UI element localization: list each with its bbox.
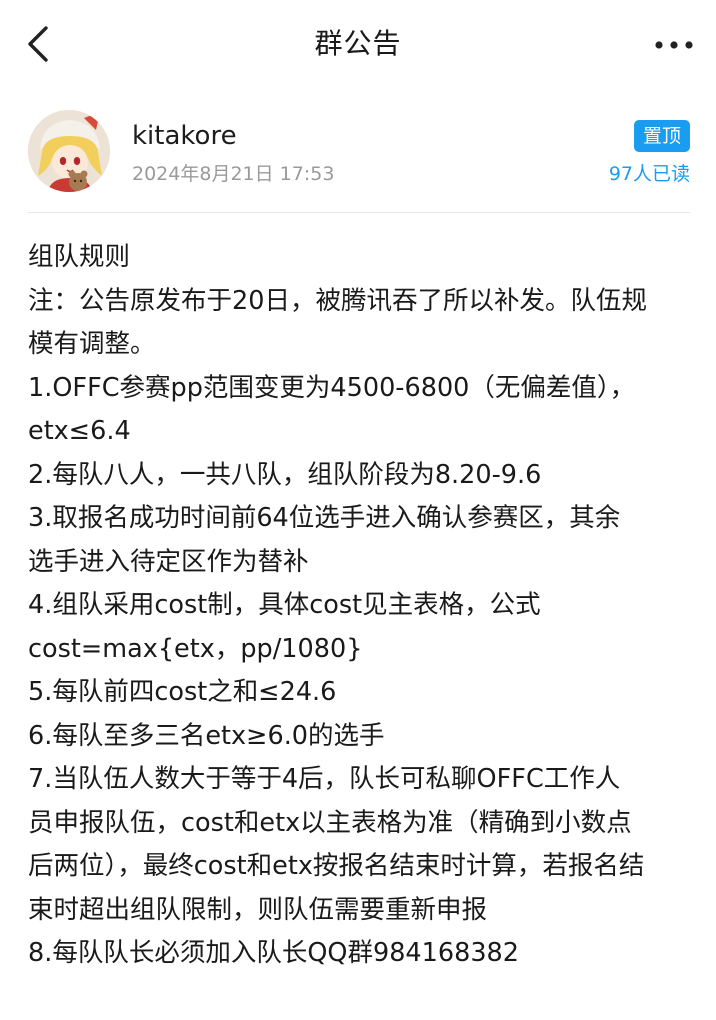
announcement-line: 后两位），最终cost和etx按报名结束时计算，若报名结: [28, 851, 645, 881]
avatar-illustration: [28, 110, 110, 192]
announcement-line: 注：公告原发布于20日，被腾讯吞了所以补发。队伍规: [28, 285, 647, 316]
announcement-line: 1.OFFC参赛pp范围变更为4500-6800（无偏差值），: [28, 372, 636, 403]
author-name[interactable]: kitakore: [132, 120, 237, 152]
announcement-body: 组队规则 注：公告原发布于20日，被腾讯吞了所以补发。队伍规 模有调整。 1.O…: [28, 236, 698, 976]
announcement-line: 4.组队采用cost制，具体cost见主表格，公式: [28, 590, 541, 620]
avatar[interactable]: [28, 110, 110, 192]
post-timestamp: 2024年8月21日 17:53: [132, 163, 335, 185]
more-horizontal-icon: [655, 41, 693, 49]
read-count-link[interactable]: 97人已读: [609, 161, 690, 187]
announcement-line: 3.取报名成功时间前64位选手进入确认参赛区，其余: [28, 503, 621, 533]
announcement-line: 7.当队伍人数大于等于4后，队长可私聊OFFC工作人: [28, 764, 621, 794]
author-row: kitakore 2024年8月21日 17:53 置顶 97人已读: [28, 110, 690, 194]
announcement-line: 6.每队至多三名etx≥6.0的选手: [28, 720, 385, 751]
announcement-line: 5.每队前四cost之和≤24.6: [28, 677, 337, 707]
announcement-line: 员申报队伍，cost和etx以主表格为准（精确到小数点: [28, 807, 632, 838]
divider: [28, 212, 690, 213]
pinned-badge: 置顶: [634, 120, 690, 152]
announcement-line: 组队规则: [28, 242, 131, 272]
announcement-line: 选手进入待定区作为替补: [28, 546, 309, 577]
announcement-line: cost=max{etx，pp/1080}: [28, 633, 363, 664]
announcement-line: 模有调整。: [28, 329, 156, 359]
announcement-line: 束时超出组队限制，则队伍需要重新申报: [28, 894, 488, 925]
top-bar: 群公告: [0, 0, 716, 92]
announcement-line: 8.每队队长必须加入队长QQ群984168382: [28, 938, 519, 968]
announcement-line: etx≤6.4: [28, 416, 131, 446]
announcement-line: 2.每队八人，一共八队，组队阶段为8.20-9.6: [28, 459, 542, 490]
page-title: 群公告: [314, 27, 402, 60]
more-button[interactable]: [654, 30, 694, 60]
